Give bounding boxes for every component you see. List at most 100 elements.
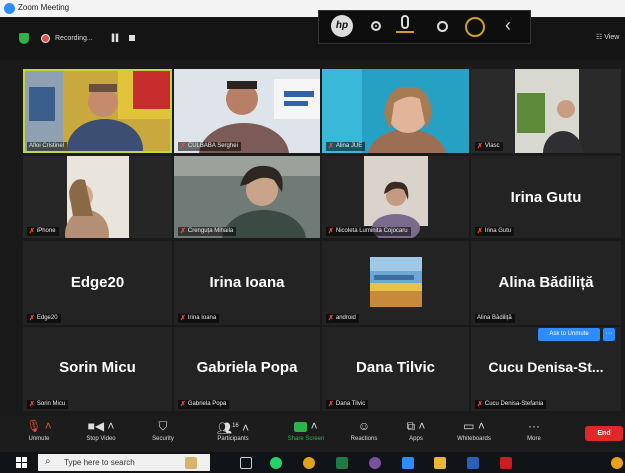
participant-label: ✗ Nicoleta Luminita Cojocaru xyxy=(326,227,411,236)
participant-video xyxy=(174,69,320,153)
meeting-toolbar: 🎙︎ ˄ Unmute ■◀ ˄ Stop Video ⛉ Security 👥… xyxy=(0,416,625,452)
viber-icon[interactable] xyxy=(369,457,381,469)
participant-label: ✗ Gabriela Popa xyxy=(178,400,230,409)
participant-tile[interactable]: Alina Bădiliță Alina Bădiliță xyxy=(471,241,621,325)
participant-label: ✗ Dana Tilvic xyxy=(326,400,369,409)
muted-mic-icon: ✗ xyxy=(328,228,334,235)
tile-more-button[interactable]: ··· xyxy=(603,328,615,341)
whiteboards-label: Whiteboards xyxy=(457,436,491,442)
muted-mic-icon: ✗ xyxy=(29,315,35,322)
stop-video-label: Stop Video xyxy=(86,436,116,442)
participant-tile[interactable]: Irina Ioana ✗ Irina Ioana xyxy=(174,241,320,325)
participant-tile[interactable]: Dana Tilvic ✗ Dana Tilvic xyxy=(322,327,469,411)
participant-video xyxy=(23,156,172,238)
participant-tile[interactable]: ✗ android xyxy=(322,241,469,325)
participant-video xyxy=(471,69,621,153)
participant-tile[interactable]: ✗ Nicoleta Luminita Cojocaru xyxy=(322,156,469,238)
unmute-button[interactable]: 🎙︎ ˄ Unmute xyxy=(8,416,70,442)
participant-tile[interactable]: ✗ Vlasc xyxy=(471,69,621,153)
participant-tile[interactable]: Irina Gutu ✗ Irina Gutu xyxy=(471,156,621,238)
participant-name: Irina Gutu xyxy=(510,189,582,206)
participant-label: ✗ android xyxy=(326,314,359,323)
stop-recording-icon[interactable] xyxy=(128,35,135,41)
muted-microphone-icon: 🎙︎ ˄ xyxy=(26,419,52,433)
muted-mic-icon: ✗ xyxy=(180,143,186,150)
participant-video xyxy=(322,69,469,153)
view-label: View xyxy=(604,34,620,41)
muted-mic-icon: ✗ xyxy=(180,315,186,322)
participant-video xyxy=(174,156,320,238)
participant-tile[interactable]: ✗ iPhone xyxy=(23,156,172,238)
muted-mic-icon: ✗ xyxy=(477,401,483,408)
muted-mic-icon: ✗ xyxy=(29,401,35,408)
apps-button[interactable]: ⧉ ˄ Apps xyxy=(385,416,447,442)
noise-cancel-icon[interactable] xyxy=(465,17,485,37)
acrobat-icon[interactable] xyxy=(500,457,512,469)
chrome-icon[interactable] xyxy=(303,457,315,469)
participant-tile[interactable]: ✗ Crenguța Mihaila xyxy=(174,156,320,238)
participant-label: ✗ Sorin Micu xyxy=(27,400,69,409)
whatsapp-icon[interactable] xyxy=(270,457,282,469)
more-icon: ··· xyxy=(528,419,540,433)
participant-label: ✗ CULBABA Serghei xyxy=(178,142,241,151)
security-button[interactable]: ⛉ Security xyxy=(132,416,194,442)
shield-icon[interactable] xyxy=(19,33,29,44)
video-camera-icon: ■◀ ˄ xyxy=(87,419,115,433)
excel-icon[interactable] xyxy=(336,457,348,469)
muted-mic-icon: ✗ xyxy=(29,228,35,235)
more-button[interactable]: ··· More xyxy=(503,416,565,442)
search-icon: ⌕ xyxy=(45,456,51,467)
security-shield-icon: ⛉ xyxy=(158,419,168,433)
participant-tile[interactable]: ✗ Alina JUE xyxy=(322,69,469,153)
security-label: Security xyxy=(152,436,174,442)
participant-label: Afloi Cristinel xyxy=(27,142,68,151)
recording-indicator[interactable]: Recording... ▌▌ xyxy=(41,31,135,45)
windows-start-icon[interactable] xyxy=(16,457,27,468)
unmute-label: Unmute xyxy=(28,436,50,442)
record-icon xyxy=(41,33,50,43)
participant-tile[interactable]: Sorin Micu ✗ Sorin Micu xyxy=(23,327,172,411)
window-titlebar: Zoom Meeting xyxy=(0,0,625,17)
end-meeting-button[interactable]: End xyxy=(585,426,623,441)
participant-video xyxy=(23,69,172,153)
file-explorer-icon[interactable] xyxy=(434,457,446,469)
participant-label: ✗ Alina JUE xyxy=(326,142,366,151)
participant-label: ✗ iPhone xyxy=(27,227,59,236)
zoom-logo-icon xyxy=(4,3,15,14)
participant-video xyxy=(322,156,469,238)
whiteboards-button[interactable]: ▭ ˄ Whiteboards xyxy=(443,416,505,442)
task-view-icon[interactable] xyxy=(240,457,252,469)
share-screen-button[interactable]: ˄ Share Screen xyxy=(275,416,337,442)
stop-video-button[interactable]: ■◀ ˄ Stop Video xyxy=(70,416,132,442)
participants-button[interactable]: 👥︎16 ˄ Participants xyxy=(202,416,264,442)
muted-mic-icon: ✗ xyxy=(477,228,483,235)
participant-name: Alina Bădiliță xyxy=(498,274,594,291)
participants-label: Participants xyxy=(217,436,249,442)
participant-tile[interactable]: Afloi Cristinel xyxy=(23,69,172,153)
participant-tile[interactable]: Gabriela Popa ✗ Gabriela Popa xyxy=(174,327,320,411)
apps-label: Apps xyxy=(409,436,423,442)
camera-icon[interactable] xyxy=(371,21,381,31)
participant-label: ✗ Crenguța Mihaila xyxy=(178,227,237,236)
ask-to-unmute-button[interactable]: Ask to Unmute xyxy=(538,328,600,341)
microphone-level xyxy=(396,31,414,33)
zoom-taskbar-icon[interactable] xyxy=(402,457,414,469)
participants-count: 16 xyxy=(232,423,239,429)
widgets-icon[interactable] xyxy=(185,457,197,469)
participant-label: Alina Bădiliță xyxy=(475,314,515,323)
weather-icon[interactable] xyxy=(611,457,623,469)
participant-tile[interactable]: Edge20 ✗ Edge20 xyxy=(23,241,172,325)
chevron-left-icon[interactable]: ‹ xyxy=(505,15,511,35)
microphone-icon[interactable] xyxy=(401,15,409,29)
word-icon[interactable] xyxy=(467,457,479,469)
circle-icon[interactable] xyxy=(437,21,448,32)
pause-recording-icon[interactable]: ▌▌ xyxy=(112,35,121,42)
apps-icon: ⧉ ˄ xyxy=(406,419,426,433)
participant-name: Irina Ioana xyxy=(209,274,285,291)
view-button[interactable]: ☷ View xyxy=(596,33,619,41)
participant-tile[interactable]: ✗ CULBABA Serghei xyxy=(174,69,320,153)
participant-label: ✗ Irina Gutu xyxy=(475,227,515,236)
recording-label: Recording... xyxy=(55,34,93,42)
participant-label: ✗ Vlasc xyxy=(475,142,503,151)
participants-icon: 👥︎16 ˄ xyxy=(216,421,250,435)
